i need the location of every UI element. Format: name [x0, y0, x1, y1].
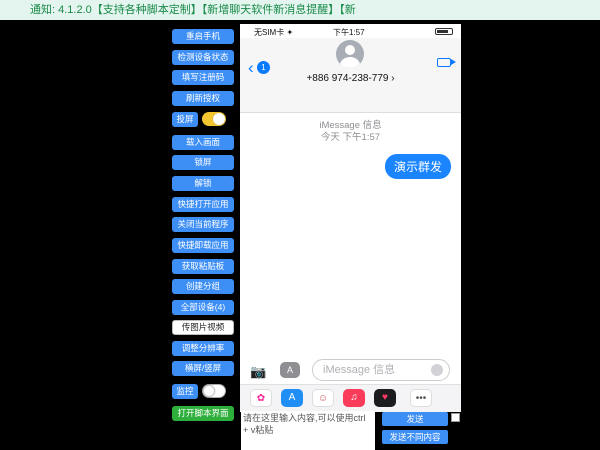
all-devices-button[interactable]: 全部设备(4)	[172, 300, 234, 315]
notice-bar: 通知: 4.1.2.0【支持各种脚本定制】【新增聊天软件新消息提醒】【新	[0, 0, 600, 20]
monitor-label: 监控	[172, 384, 198, 399]
cast-label: 投屏	[172, 112, 198, 127]
notice-text: 通知: 4.1.2.0【支持各种脚本定制】【新增聊天软件新消息提醒】【新	[30, 4, 356, 16]
heart-icon[interactable]: ♥	[374, 389, 396, 407]
message-input[interactable]: iMessage 信息	[312, 359, 450, 381]
facetime-video-icon[interactable]	[437, 58, 451, 67]
contact-number[interactable]: +886 974-238-779 ›	[240, 73, 461, 84]
toggle-knob	[203, 385, 215, 397]
check-device-button[interactable]: 检测设备状态	[172, 50, 234, 65]
appstore-icon[interactable]: A	[281, 389, 303, 407]
imessage-app-drawer: ✿ A ☺ ♫ ♥ •••	[240, 384, 461, 413]
create-group-button[interactable]: 创建分组	[172, 279, 234, 294]
lock-screen-button[interactable]: 锁屏	[172, 155, 234, 170]
toggle-knob	[213, 113, 225, 125]
memoji-icon[interactable]: ☺	[312, 389, 334, 407]
get-clipboard-button[interactable]: 获取粘贴板	[172, 259, 234, 274]
orientation-button[interactable]: 横屏/竖屏	[172, 361, 234, 376]
service-label: iMessage 信息	[319, 120, 382, 131]
contact-avatar-icon[interactable]	[336, 40, 364, 68]
restart-phone-button[interactable]: 重启手机	[172, 29, 234, 44]
send-button[interactable]: 发送	[382, 412, 448, 426]
timestamp-label: 今天 下午1:57	[320, 132, 381, 143]
camera-icon[interactable]: 📷	[250, 364, 266, 380]
close-app-button[interactable]: 关闭当前程序	[172, 217, 234, 232]
register-code-button[interactable]: 填写注册码	[172, 70, 234, 85]
open-script-button[interactable]: 打开脚本界面	[172, 406, 234, 421]
microphone-icon[interactable]	[431, 364, 443, 376]
carrier-text: 无SIM卡 ✦	[254, 28, 294, 37]
open-app-button[interactable]: 快捷打开应用	[172, 197, 234, 212]
upload-media-button[interactable]: 传图片视频	[172, 320, 234, 335]
sent-message-bubble[interactable]: 演示群发	[384, 154, 451, 179]
battery-icon	[435, 28, 453, 35]
uninstall-app-button[interactable]: 快捷卸载应用	[172, 238, 234, 253]
load-screen-button[interactable]: 载入画面	[172, 135, 234, 150]
sidebar: 重启手机 检测设备状态 填写注册码 刷新授权 投屏 载入画面 锁屏 解锁 快捷打…	[168, 24, 238, 450]
app-store-toggle-icon[interactable]: A	[280, 362, 300, 378]
refresh-auth-button[interactable]: 刷新授权	[172, 91, 234, 106]
conversation-header: ‹ 1 +886 974-238-779 ›	[240, 38, 461, 113]
message-input-bar: 📷 A iMessage 信息	[240, 356, 461, 384]
status-bar: 无SIM卡 ✦ 下午1:57	[240, 24, 461, 38]
send-different-button[interactable]: 发送不同内容	[382, 430, 448, 444]
broadcast-text-input[interactable]: 请在这里输入内容,可以使用ctrl + v粘贴	[241, 411, 375, 450]
monitor-toggle[interactable]	[202, 384, 226, 398]
resolution-button[interactable]: 调整分辨率	[172, 341, 234, 356]
cast-toggle[interactable]	[202, 112, 226, 126]
status-time: 下午1:57	[333, 28, 365, 37]
message-placeholder: iMessage 信息	[323, 364, 396, 376]
music-icon[interactable]: ♫	[343, 389, 365, 407]
unlock-button[interactable]: 解锁	[172, 176, 234, 191]
send-checkbox[interactable]	[451, 413, 460, 422]
photos-icon[interactable]: ✿	[250, 389, 272, 407]
message-meta: iMessage 信息 今天 下午1:57	[240, 120, 461, 144]
phone-screen: 无SIM卡 ✦ 下午1:57 ‹ 1 +886 974-238-779 › iM…	[240, 24, 461, 450]
more-icon[interactable]: •••	[410, 389, 432, 407]
